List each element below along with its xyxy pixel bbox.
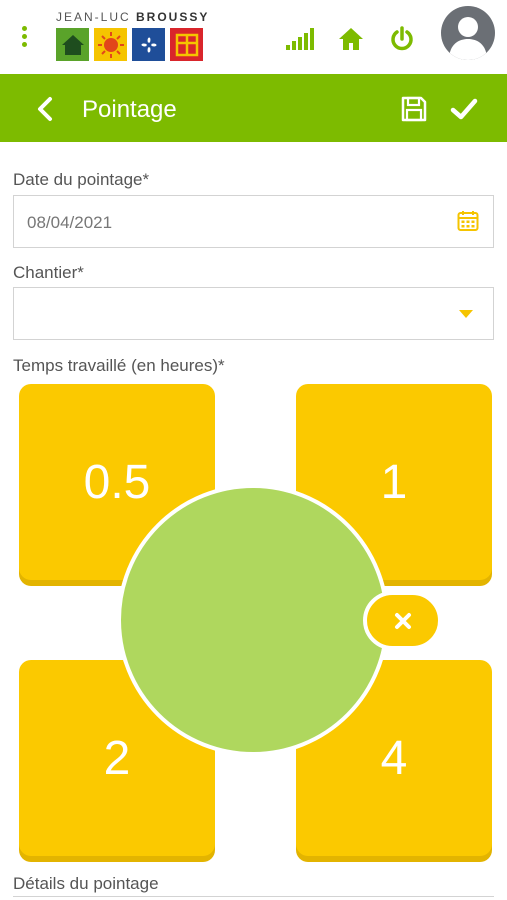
page-header: Pointage [0, 74, 507, 142]
home-icon[interactable] [336, 24, 366, 54]
fan-logo-icon [132, 28, 165, 61]
brand-name: JEAN-LUC BROUSSY [56, 10, 210, 24]
details-label: Détails du pointage [13, 874, 159, 893]
clear-button[interactable] [363, 591, 442, 650]
brand-logo-tiles [56, 28, 209, 61]
kebab-menu-icon[interactable] [20, 26, 30, 50]
floppy-disk-icon[interactable] [398, 93, 430, 125]
date-label: Date du pointage* [13, 170, 150, 189]
chevron-left-icon[interactable] [30, 94, 60, 124]
top-bar: JEAN-LUC BROUSSY [0, 0, 507, 74]
time-dial[interactable] [117, 484, 389, 756]
page-title: Pointage [82, 96, 177, 123]
date-value: 08/04/2021 [27, 213, 113, 232]
close-icon [394, 612, 411, 629]
chantier-label: Chantier* [13, 263, 84, 282]
date-field[interactable]: 08/04/2021 [13, 195, 494, 248]
house-logo-icon [56, 28, 89, 61]
window-logo-icon [170, 28, 203, 61]
calendar-icon[interactable] [457, 210, 479, 232]
caret-down-icon[interactable] [459, 310, 473, 318]
details-field-border [13, 896, 494, 897]
check-icon[interactable] [448, 93, 480, 125]
signal-icon [285, 24, 315, 54]
power-icon[interactable] [387, 24, 417, 54]
chantier-select[interactable] [13, 287, 494, 340]
temps-label: Temps travaillé (en heures)* [13, 356, 225, 375]
sun-logo-icon [94, 28, 127, 61]
brand-logo: JEAN-LUC BROUSSY [56, 10, 209, 61]
user-avatar-icon[interactable] [441, 6, 495, 60]
